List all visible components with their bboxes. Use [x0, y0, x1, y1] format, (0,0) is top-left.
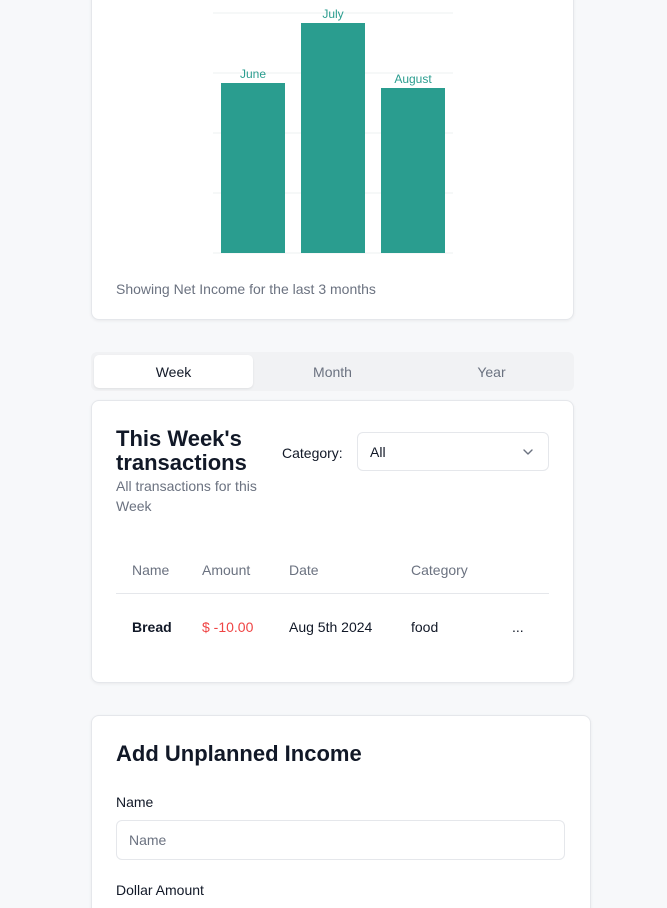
chart-bar-august[interactable] [381, 88, 445, 253]
transaction-date: Aug 5th 2024 [289, 619, 373, 635]
net-income-chart-card: June July August Showing Net Income for th… [91, 0, 574, 320]
chart-caption: Showing Net Income for the last 3 months [116, 281, 376, 297]
column-header-name: Name [132, 561, 170, 578]
tab-month[interactable]: Month [253, 355, 412, 388]
transaction-amount: $ -10.00 [202, 619, 254, 635]
column-header-date: Date [289, 561, 319, 578]
category-select[interactable]: All [357, 432, 549, 471]
name-field-label: Name [116, 794, 154, 810]
page: June July August Showing Net Income for th… [0, 0, 667, 908]
chevron-down-icon [523, 449, 533, 455]
tab-week[interactable]: Week [94, 355, 253, 388]
name-input[interactable] [116, 820, 565, 860]
transactions-title: This Week's transactions [116, 426, 247, 475]
transactions-subtitle: All transactions for this Week [116, 478, 257, 514]
add-income-card: Add Unplanned Income Name Dollar Amount [91, 715, 591, 908]
chart-bar-label-june: June [240, 67, 266, 81]
transaction-name: Bread [132, 619, 172, 635]
amount-field-label: Dollar Amount [116, 882, 204, 898]
chart-bar-june[interactable] [221, 83, 285, 253]
column-header-category: Category [411, 561, 468, 578]
chart-bar-label-august: August [394, 72, 432, 86]
table-row: Bread $ -10.00 Aug 5th 2024 food ... [116, 594, 549, 660]
row-actions-button[interactable]: ... [512, 594, 524, 660]
chart-bar-label-july: July [322, 7, 343, 21]
transactions-card: This Week's transactions All transaction… [91, 400, 574, 683]
net-income-bar-chart: June July August [213, 7, 453, 254]
add-income-title: Add Unplanned Income [116, 741, 362, 766]
category-select-value: All [370, 443, 386, 460]
transactions-table-header: Name Amount Date Category [116, 546, 549, 594]
tab-year[interactable]: Year [412, 355, 571, 388]
chart-bar-july[interactable] [301, 23, 365, 253]
column-header-amount: Amount [202, 561, 251, 578]
category-filter-label: Category: [282, 445, 343, 461]
period-tabs: Week Month Year [91, 352, 574, 391]
transaction-category: food [411, 619, 439, 635]
